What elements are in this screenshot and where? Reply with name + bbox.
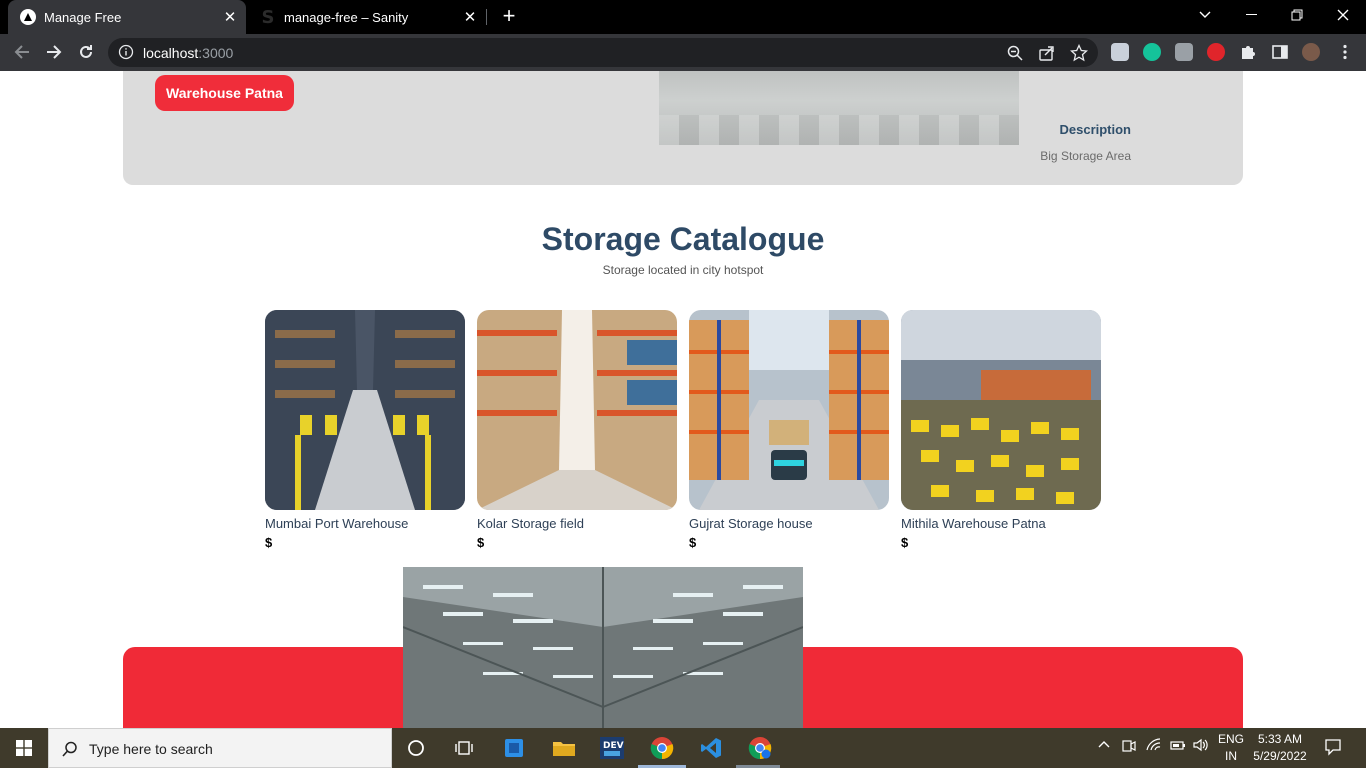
cortana-icon[interactable] xyxy=(402,734,430,762)
extension-gray-icon[interactable] xyxy=(1175,43,1193,61)
reload-icon[interactable] xyxy=(74,40,98,64)
bookmark-star-icon[interactable] xyxy=(1069,43,1089,62)
grammarly-icon[interactable] xyxy=(1143,43,1161,61)
catalogue-title: Storage Catalogue xyxy=(541,221,825,257)
description-heading: Description xyxy=(1059,122,1131,137)
app-blue-icon[interactable] xyxy=(500,734,528,762)
card-price: $ xyxy=(689,535,697,550)
windows-taskbar: Type here to search DEV ENG IN 5:33 AM 5… xyxy=(0,728,1366,768)
product-card-kolar[interactable]: Kolar Storage field $ xyxy=(477,310,677,550)
description-text: Big Storage Area xyxy=(1040,149,1131,163)
warehouse-image[interactable] xyxy=(265,310,465,510)
warehouse-image[interactable] xyxy=(901,310,1101,510)
chrome-icon[interactable] xyxy=(648,734,676,762)
vscode-icon[interactable] xyxy=(697,734,725,762)
browser-tab-bar: Manage Free ✕ S manage-free – Sanity ✕ + xyxy=(0,0,1366,34)
url-port: :3000 xyxy=(198,45,234,61)
clock-date: 5/29/2022 xyxy=(1253,749,1307,763)
language-code: ENG xyxy=(1217,732,1244,746)
dev-app-icon[interactable]: DEV xyxy=(598,734,626,762)
card-price: $ xyxy=(901,535,909,550)
battery-icon[interactable] xyxy=(1170,738,1186,755)
hero-warehouse-image xyxy=(659,71,1019,145)
windows-start-icon[interactable] xyxy=(0,728,48,768)
wifi-icon[interactable] xyxy=(1146,738,1162,755)
search-icon xyxy=(61,740,79,758)
back-icon[interactable] xyxy=(10,40,34,64)
file-explorer-icon[interactable] xyxy=(550,734,578,762)
card-price: $ xyxy=(477,535,485,550)
warehouse-image[interactable] xyxy=(689,310,889,510)
featured-warehouse-image xyxy=(403,567,803,728)
extensions-puzzle-icon[interactable] xyxy=(1239,43,1257,61)
tab-close-icon[interactable]: ✕ xyxy=(220,7,240,27)
chrome-profile-icon[interactable] xyxy=(746,734,774,762)
tab-title: Manage Free xyxy=(44,9,122,25)
tab-manage-free[interactable]: Manage Free ✕ xyxy=(8,0,246,34)
task-view-icon[interactable] xyxy=(450,734,478,762)
region-code: IN xyxy=(1225,749,1237,763)
minimize-icon[interactable] xyxy=(1228,0,1274,30)
card-title[interactable]: Mithila Warehouse Patna xyxy=(901,516,1101,531)
url-text: localhost:3000 xyxy=(143,45,233,61)
show-hidden-icons-chevron-icon[interactable] xyxy=(1098,738,1110,752)
close-window-icon[interactable] xyxy=(1320,0,1366,30)
new-tab-icon[interactable]: + xyxy=(498,5,520,27)
card-title[interactable]: Mumbai Port Warehouse xyxy=(265,516,465,531)
product-card-mithila[interactable]: Mithila Warehouse Patna $ xyxy=(901,310,1101,550)
page-viewport: Warehouse Patna Description Big Storage … xyxy=(0,71,1366,728)
browser-toolbar: localhost:3000 xyxy=(0,34,1366,71)
svg-text:DEV: DEV xyxy=(603,741,624,751)
tab-title: manage-free – Sanity xyxy=(284,9,409,25)
card-title[interactable]: Kolar Storage field xyxy=(477,516,677,531)
menu-kebab-icon[interactable] xyxy=(1336,43,1354,61)
taskbar-search-box[interactable]: Type here to search xyxy=(48,728,392,768)
warehouse-patna-button[interactable]: Warehouse Patna xyxy=(155,75,294,111)
address-bar[interactable]: localhost:3000 xyxy=(108,38,1098,67)
tab-sanity[interactable]: S manage-free – Sanity ✕ xyxy=(250,0,486,34)
language-indicator[interactable]: ENG IN xyxy=(1216,731,1246,765)
zoom-icon[interactable] xyxy=(1006,44,1024,62)
catalogue-subtitle: Storage located in city hotspot xyxy=(602,263,764,277)
side-panel-icon[interactable] xyxy=(1271,43,1289,61)
profile-avatar[interactable] xyxy=(1302,43,1320,61)
clock-time: 5:33 AM xyxy=(1257,732,1303,746)
system-clock[interactable]: 5:33 AM 5/29/2022 xyxy=(1250,731,1310,765)
adblock-icon[interactable] xyxy=(1207,43,1225,61)
tab-close-icon[interactable]: ✕ xyxy=(460,7,480,27)
share-icon[interactable] xyxy=(1038,44,1056,62)
tab-separator xyxy=(486,9,487,25)
extension-camera-icon[interactable] xyxy=(1111,43,1129,61)
restore-icon[interactable] xyxy=(1274,0,1320,30)
volume-icon[interactable] xyxy=(1193,738,1209,755)
product-card-mumbai[interactable]: Mumbai Port Warehouse $ xyxy=(265,310,465,550)
warehouse-image[interactable] xyxy=(477,310,677,510)
card-price: $ xyxy=(265,535,273,550)
app-favicon-icon xyxy=(20,9,36,25)
site-info-icon[interactable] xyxy=(118,44,134,60)
forward-icon[interactable] xyxy=(42,40,66,64)
tab-search-chevron-icon[interactable] xyxy=(1182,0,1228,30)
card-title[interactable]: Gujrat Storage house xyxy=(689,516,889,531)
sanity-favicon-icon: S xyxy=(261,6,275,28)
search-placeholder: Type here to search xyxy=(89,741,213,757)
notifications-icon[interactable] xyxy=(1324,738,1342,759)
url-host: localhost xyxy=(143,45,199,61)
meet-now-icon[interactable] xyxy=(1122,738,1136,757)
product-card-gujrat[interactable]: Gujrat Storage house $ xyxy=(689,310,889,550)
